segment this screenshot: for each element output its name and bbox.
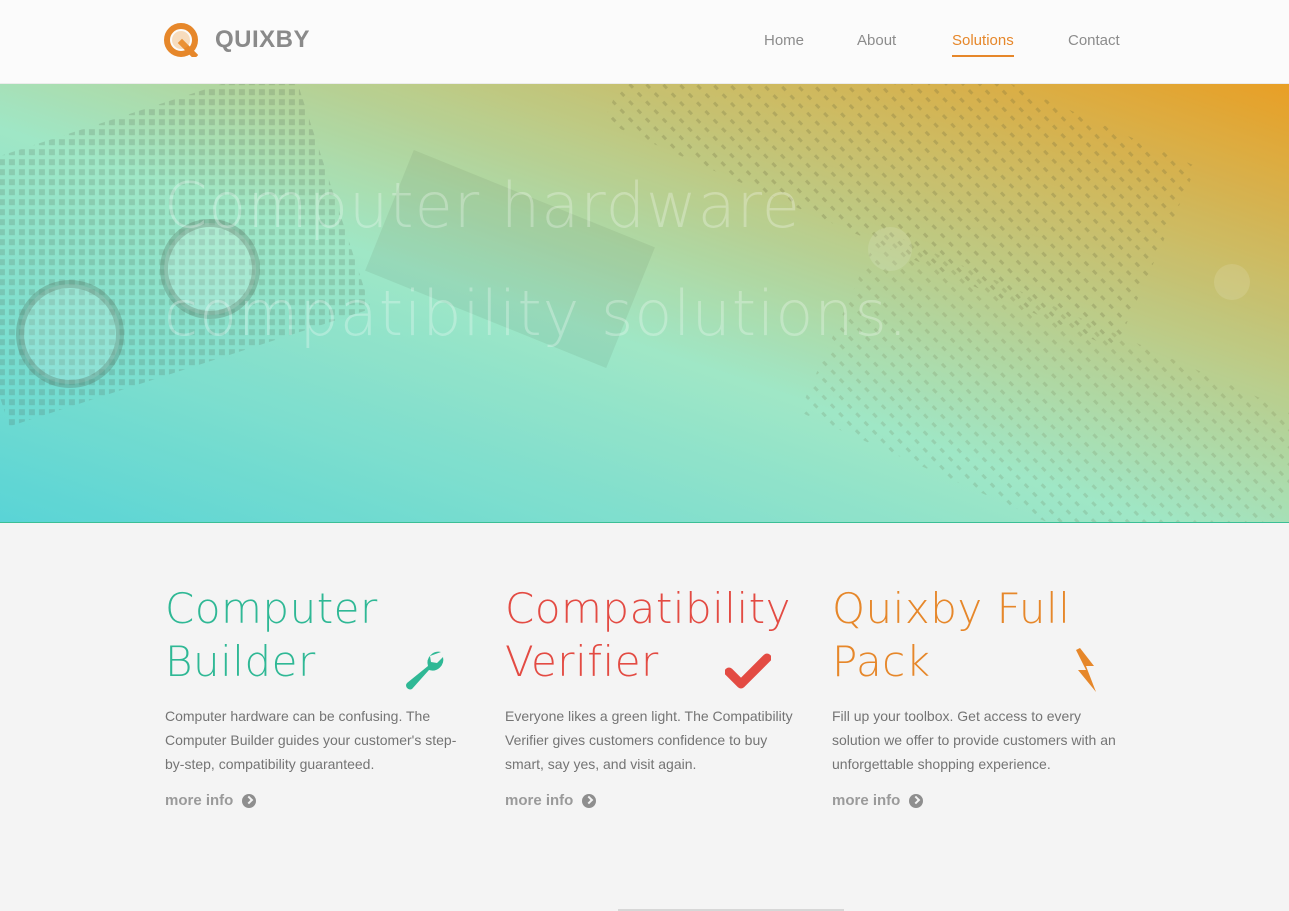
hero-title: Computer hardware compatibility solution… xyxy=(164,169,909,350)
feature-computer-builder: Computer Builder Computer hardware can b… xyxy=(165,582,465,822)
main-nav: Home About Solutions Contact xyxy=(0,32,1289,62)
more-info-link[interactable]: more info xyxy=(165,792,257,809)
feature-description: Computer hardware can be confusing. The … xyxy=(165,708,457,772)
feature-description: Everyone likes a green light. The Compat… xyxy=(505,708,793,772)
more-info-link[interactable]: more info xyxy=(832,792,924,809)
feature-description: Fill up your toolbox. Get access to ever… xyxy=(832,708,1116,772)
wrench-icon xyxy=(406,651,444,690)
chevron-right-circle-icon xyxy=(582,793,597,808)
site-header: QUIXBY Home About Solutions Contact xyxy=(0,0,1289,84)
more-info-link[interactable]: more info xyxy=(505,792,597,809)
nav-contact[interactable]: Contact xyxy=(1068,32,1120,55)
nav-home[interactable]: Home xyxy=(764,32,804,55)
chevron-right-circle-icon xyxy=(909,793,924,808)
more-info-label: more info xyxy=(165,792,234,809)
hero-banner: Computer hardware compatibility solution… xyxy=(0,84,1289,523)
nav-about[interactable]: About xyxy=(857,32,896,55)
more-info-label: more info xyxy=(505,792,574,809)
feature-quixby-full-pack: Quixby Full Pack Fill up your toolbox. G… xyxy=(832,582,1132,822)
lightning-icon xyxy=(1076,648,1096,692)
more-info-label: more info xyxy=(832,792,901,809)
feature-compatibility-verifier: Compatibility Verifier Everyone likes a … xyxy=(505,582,805,822)
chevron-right-circle-icon xyxy=(242,793,257,808)
feature-title: Quixby Full Pack xyxy=(832,584,1071,686)
checkmark-icon xyxy=(725,653,771,689)
nav-solutions[interactable]: Solutions xyxy=(952,32,1014,57)
feature-title: Computer Builder xyxy=(165,584,378,686)
